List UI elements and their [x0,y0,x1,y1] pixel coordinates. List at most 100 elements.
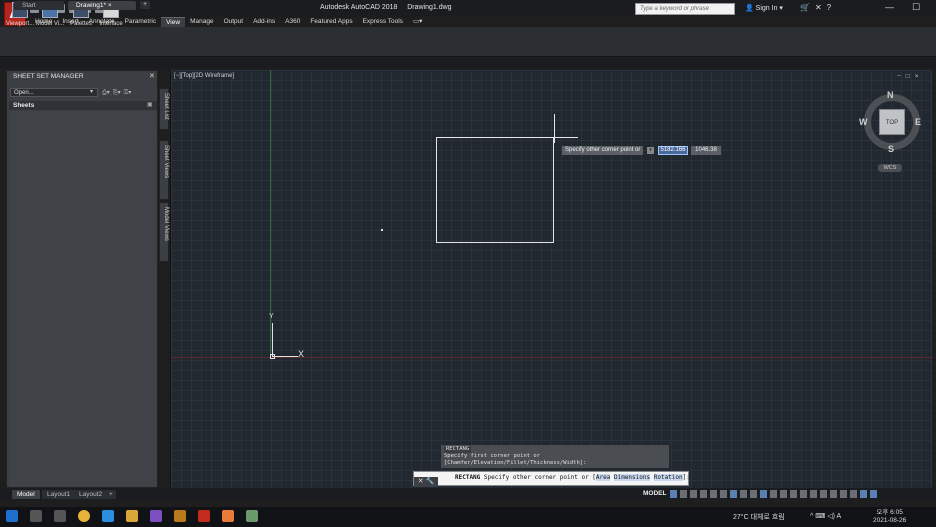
isolate-objects-icon[interactable] [830,490,837,498]
compass-north[interactable]: N [887,90,894,100]
viewport-controls-label[interactable]: [−][Top][2D Wireframe] [174,73,234,79]
tab-view[interactable]: View [161,17,186,27]
polar-icon[interactable] [700,490,707,498]
grid-icon[interactable] [670,490,677,498]
cart-icon[interactable]: 🛒 [800,3,810,12]
layout-tab-model[interactable]: Model [12,490,40,499]
start-windows-icon[interactable] [6,510,18,522]
add-layout-button[interactable]: + [106,490,116,499]
clock[interactable]: 오후 6:05 2021-08-26 [873,509,906,525]
tab-featured-apps[interactable]: Featured Apps [305,17,357,27]
viewport-minimize-button[interactable]: − [897,73,901,80]
point-marker [381,229,383,231]
file-tab-drawing1[interactable]: Drawing1* × [68,1,136,10]
file-explorer-icon[interactable] [126,510,138,522]
ortho-icon[interactable] [690,490,697,498]
annotation-monitor-icon[interactable] [790,490,797,498]
chevron-down-icon[interactable]: ▾ [90,88,93,95]
minimize-button[interactable]: — [885,2,894,13]
statusbar-menu-icon[interactable] [870,490,877,498]
annotation-scale-icon[interactable] [770,490,777,498]
viewport-restore-button[interactable]: □ [906,73,910,80]
tab-manage[interactable]: Manage [185,17,219,27]
ribbon-options-icon[interactable]: ▭▾ [408,17,427,27]
tab-output[interactable]: Output [219,17,249,27]
palette-close-icon[interactable]: ✕ [149,72,155,80]
side-tab-sheet-list[interactable]: Sheet List [159,88,169,130]
units-icon[interactable] [800,490,807,498]
object-snap-tracking-icon[interactable] [720,490,727,498]
print-icon[interactable]: ⎘▾ [113,89,121,97]
dynamic-input-options-icon[interactable]: ▾ [647,147,654,154]
option-rotation[interactable]: Rotation [653,474,683,481]
viewport-window-controls: − □ × [897,73,919,80]
model-viewports-label: Model Vi... [35,21,65,27]
publish-icon[interactable]: ⎙▾ [102,89,110,97]
viewport-config-label: Viewport... [5,21,35,27]
option-dimensions[interactable]: Dimensions [613,474,651,481]
view-cube-top-face[interactable]: TOP [879,109,905,135]
dynamic-input-y-field[interactable]: 1046.38 [691,146,721,155]
system-tray[interactable]: ^ ⌨ ◁) A [810,512,841,520]
drawing-canvas[interactable]: [−][Top][2D Wireframe] − □ × Specify oth… [170,70,933,488]
customization-icon[interactable] [860,490,867,498]
taskbar-apps [6,510,258,522]
command-history-title: RECTANG [444,446,472,453]
visual-studio-icon[interactable] [150,510,162,522]
clean-screen-icon[interactable] [850,490,857,498]
help-icon[interactable]: ? [827,3,831,12]
side-tab-model-views[interactable]: Model Views [159,202,169,262]
sheets-view-icon[interactable]: ▣ [147,101,153,108]
status-bar-toggles [670,490,877,498]
lock-ui-icon[interactable] [820,490,827,498]
search-icon[interactable] [30,510,42,522]
snipping-tool-icon[interactable] [246,510,258,522]
file-tab-start[interactable]: Start [14,1,64,10]
app-icon[interactable] [222,510,234,522]
sheets-header: Sheets [9,101,157,110]
isodraft-icon[interactable] [710,490,717,498]
dynamic-input-x-field[interactable]: 5182.166 [658,146,688,155]
option-area[interactable]: Area [595,474,611,481]
new-tab-button[interactable]: + [140,1,150,9]
vscode-icon[interactable] [102,510,114,522]
tab-a360[interactable]: A360 [280,17,305,27]
side-tab-sheet-list-label: Sheet List [163,93,169,120]
autocad-taskbar-icon[interactable] [198,510,210,522]
compass-west[interactable]: W [859,117,868,127]
object-snap-icon[interactable] [730,490,737,498]
open-dropdown[interactable]: Open... [10,88,98,97]
compass-south[interactable]: S [888,144,894,154]
wcs-menu-button[interactable]: WCS [878,164,902,172]
exchange-icon[interactable]: ✕ [815,3,822,12]
snap-icon[interactable] [680,490,687,498]
command-prompt[interactable]: RECTANG Specify other corner point or [A… [455,474,690,481]
layout-tab-layout1[interactable]: Layout1 [42,490,76,499]
search-input[interactable]: Type a keyword or phrase [635,3,735,15]
crosshair-horizontal [554,137,578,138]
selection-cycling-icon[interactable] [760,490,767,498]
quick-properties-icon[interactable] [810,490,817,498]
chrome-icon[interactable] [78,510,90,522]
compass-east[interactable]: E [915,117,921,127]
maximize-button[interactable]: ☐ [912,2,920,13]
lock-icon[interactable]: ⚿▾ [124,89,132,97]
model-space-toggle[interactable]: MODEL [643,490,666,497]
viewport-close-button[interactable]: × [915,73,919,80]
signin-button[interactable]: 👤 Sign In ▾ [745,4,783,12]
close-tab-icon[interactable]: × [108,2,112,9]
lineweight-icon[interactable] [740,490,747,498]
transparency-icon[interactable] [750,490,757,498]
layout-tab-layout2[interactable]: Layout2 [74,490,108,499]
sheets-tree[interactable] [9,111,157,487]
graphics-performance-icon[interactable] [840,490,847,498]
workspace-icon[interactable] [780,490,787,498]
tab-express-tools[interactable]: Express Tools [358,17,408,27]
command-line-close-icon[interactable]: ✕ 🔧 [414,477,438,487]
task-view-icon[interactable] [54,510,66,522]
rhino-icon[interactable] [174,510,186,522]
tab-add-ins[interactable]: Add-ins [248,17,280,27]
command-history-text: Specify first corner point or [Chamfer/E… [444,453,587,466]
side-tab-sheet-views[interactable]: Sheet Views [159,140,169,200]
weather-widget[interactable]: 27°C 대체로 흐림 [733,512,785,522]
